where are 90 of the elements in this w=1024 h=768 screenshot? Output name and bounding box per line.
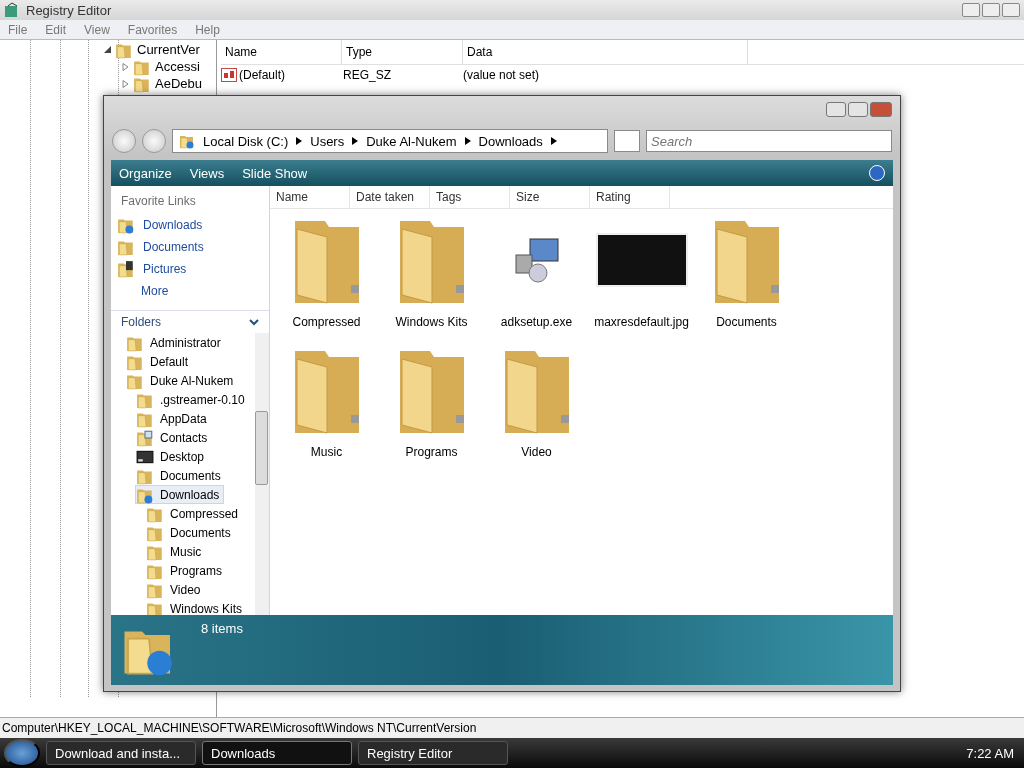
toolbar-button[interactable]: Slide Show — [242, 165, 308, 181]
taskbar-button[interactable]: Registry Editor — [358, 741, 508, 765]
column-header[interactable]: Name — [270, 186, 350, 208]
back-button[interactable] — [112, 129, 136, 153]
favorite-link[interactable]: Pictures — [111, 258, 269, 280]
menu-item[interactable]: Edit — [45, 22, 67, 37]
table-cell: (value not set) — [463, 68, 540, 82]
chevron-icon[interactable] — [249, 318, 259, 326]
minimize-button[interactable] — [826, 102, 846, 117]
folder-tree-item[interactable]: Default — [125, 352, 194, 371]
folder-tree-item[interactable]: Compressed — [145, 504, 244, 523]
toolbar-button[interactable]: Organize — [119, 165, 172, 181]
folder-tree-item[interactable]: Documents — [135, 466, 226, 485]
toolbar-button[interactable]: Views — [189, 165, 225, 181]
tree-item[interactable]: AeDebu — [155, 76, 202, 91]
contacts-folder-icon — [136, 428, 154, 447]
breadcrumb-item[interactable]: Users — [310, 133, 345, 149]
more-link[interactable]: More — [111, 280, 269, 302]
taskbar-button[interactable]: Downloads — [202, 741, 352, 765]
breadcrumb-item[interactable]: Duke Al-Nukem — [366, 133, 457, 149]
folder-item[interactable]: Documents — [694, 213, 799, 329]
maximize-button[interactable] — [848, 102, 868, 117]
window-title: Registry Editor — [26, 2, 112, 18]
minimize-button[interactable] — [962, 3, 980, 17]
menu-item[interactable]: File — [8, 22, 28, 37]
folder-item[interactable]: Compressed — [274, 213, 379, 329]
column-header[interactable]: Data — [463, 40, 748, 64]
folder-tree-item[interactable]: .gstreamer-0.10 — [135, 390, 250, 409]
expanded-arrow-icon[interactable] — [104, 46, 111, 53]
column-header[interactable]: Date taken — [350, 186, 430, 208]
chevron-icon — [296, 137, 303, 145]
folder-item[interactable]: Music — [274, 343, 379, 459]
address-bar[interactable]: Local Disk (C:) Users Duke Al-Nukem Downloads — [172, 129, 608, 153]
column-header[interactable]: Rating — [590, 186, 670, 208]
column-header[interactable]: Name — [221, 40, 342, 64]
registry-icon — [4, 2, 20, 18]
clock: 7:22 AM — [966, 745, 1014, 761]
pictures-folder-icon — [117, 260, 135, 278]
start-button[interactable] — [4, 739, 40, 767]
breadcrumb-item[interactable]: Downloads — [478, 133, 543, 149]
folder-tree-item[interactable]: Duke Al-Nukem — [125, 371, 239, 390]
folder-tree-item[interactable]: Documents — [145, 523, 236, 542]
table-cell-text: REG_SZ — [343, 68, 392, 82]
section-title[interactable]: Folders — [121, 315, 161, 329]
close-button[interactable] — [1002, 3, 1020, 17]
folder-item[interactable]: Windows Kits — [379, 213, 484, 329]
menu-item[interactable]: View — [84, 22, 110, 37]
help-button[interactable] — [869, 165, 885, 181]
folder-tree-item[interactable]: Downloads — [135, 485, 225, 504]
folder-icon — [117, 238, 135, 256]
item-count: 8 items — [201, 621, 243, 638]
folder-tree-item[interactable]: Programs — [145, 561, 227, 580]
favorite-link[interactable]: Downloads — [111, 214, 269, 236]
collapsed-arrow-icon[interactable] — [122, 62, 129, 71]
folder-tree-item[interactable]: Administrator — [125, 333, 226, 352]
chevron-icon — [352, 137, 359, 145]
chevron-icon — [464, 137, 471, 145]
folder-tree-item[interactable]: Music — [145, 542, 207, 561]
taskbar-button[interactable]: Download and insta... — [46, 741, 196, 765]
breadcrumb-item[interactable]: Local Disk (C:) — [203, 133, 289, 149]
downloads-folder-icon — [117, 216, 135, 234]
folder-tree-item[interactable]: Video — [145, 580, 206, 599]
string-value-icon — [221, 68, 237, 82]
search-field[interactable]: Search — [646, 130, 892, 152]
status-bar: Computer\HKEY_LOCAL_MACHINE\SOFTWARE\Microsoft\Windows NT\CurrentVersion — [0, 717, 1024, 738]
column-header[interactable]: Size — [510, 186, 590, 208]
table-cell-text: (Default) — [238, 68, 286, 82]
menu-item[interactable]: Favorites — [127, 22, 178, 37]
downloads-folder-icon — [179, 133, 195, 149]
image-thumbnail-item[interactable]: maxresdefault.jpg — [589, 213, 694, 329]
column-header[interactable]: Tags — [430, 186, 510, 208]
folder-item[interactable]: Video — [484, 343, 589, 459]
close-button[interactable] — [870, 102, 892, 117]
tree-item[interactable]: CurrentVer — [137, 42, 200, 57]
forward-button[interactable] — [142, 129, 166, 153]
tree-item[interactable]: Accessi — [155, 59, 200, 74]
chevron-icon — [550, 137, 557, 145]
folder-tree-item[interactable]: AppData — [135, 409, 212, 428]
menu-item[interactable]: Help — [195, 22, 220, 37]
favorite-link[interactable]: Documents — [111, 236, 269, 258]
collapsed-arrow-icon[interactable] — [122, 79, 129, 88]
section-title: Favorite Links — [120, 193, 197, 210]
installer-program-item[interactable]: adksetup.exe — [484, 213, 589, 329]
vertical-scrollbar[interactable] — [255, 333, 269, 615]
column-header[interactable]: Type — [342, 40, 463, 64]
folder-tree-item[interactable]: Contacts — [135, 428, 213, 447]
folder-item[interactable]: Programs — [379, 343, 484, 459]
refresh-button[interactable] — [614, 130, 640, 152]
maximize-button[interactable] — [982, 3, 1000, 17]
folder-tree-item[interactable]: Desktop — [135, 447, 210, 466]
